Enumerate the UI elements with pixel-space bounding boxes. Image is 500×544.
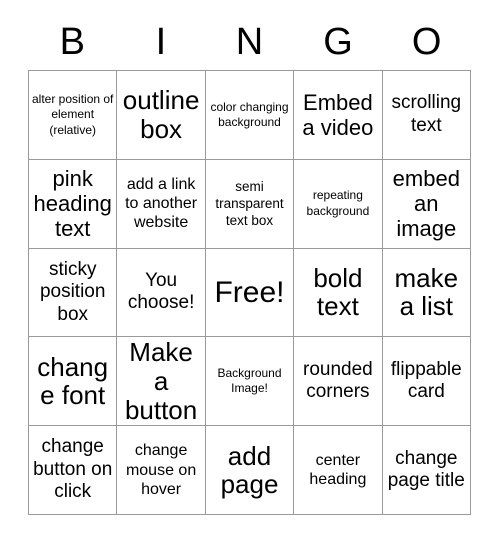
bingo-cell-label: repeating background — [306, 188, 370, 218]
bingo-cell-label: Make a button — [124, 337, 198, 425]
bingo-cell[interactable]: embed an image — [382, 159, 471, 249]
bingo-cell-label: sticky position box — [39, 258, 106, 325]
bingo-cell-label: center heading — [309, 451, 367, 489]
bingo-cell-label: alter position of element (relative) — [32, 91, 114, 137]
bingo-cell[interactable]: center heading — [294, 426, 383, 515]
bingo-cell-label: change button on click — [33, 436, 113, 503]
bingo-cell-label: add page — [220, 440, 279, 500]
bingo-cell[interactable]: Background Image! — [205, 337, 295, 427]
bingo-cell-label: change font — [37, 351, 109, 411]
header-letter-g: G — [323, 21, 353, 63]
bingo-cell[interactable]: change page title — [382, 426, 471, 515]
header-letter-n: N — [235, 21, 264, 63]
bingo-cell-label: Free! — [214, 275, 285, 309]
bingo-cell[interactable]: You choose! — [117, 248, 206, 338]
bingo-cell-label: make a list — [394, 262, 459, 322]
bingo-card: B I N G O alter position of element (rel… — [0, 0, 500, 544]
bingo-cell[interactable]: Make a button — [117, 337, 206, 427]
bingo-cell[interactable]: semi transparent text box — [205, 159, 295, 249]
bingo-cell[interactable]: alter position of element (relative) — [29, 71, 118, 160]
bingo-grid: alter position of element (relative) out… — [28, 70, 471, 515]
bingo-cell-label: rounded corners — [303, 358, 373, 403]
bingo-cell[interactable]: outline box — [117, 71, 206, 160]
bingo-cell[interactable]: bold text — [294, 248, 383, 338]
bingo-cell-free[interactable]: Free! — [205, 248, 295, 338]
bingo-cell[interactable]: color changing background — [205, 71, 295, 160]
bingo-cell[interactable]: pink heading text — [29, 159, 118, 249]
bingo-cell-label: outline box — [122, 85, 200, 144]
bingo-cell-label: add a link to another website — [125, 175, 198, 232]
bingo-cell[interactable]: add a link to another website — [117, 159, 206, 249]
bingo-cell[interactable]: change button on click — [29, 426, 118, 515]
header-letter-i: I — [155, 21, 167, 63]
bingo-cell[interactable]: change font — [29, 337, 118, 427]
bingo-cell[interactable]: Embed a video — [294, 71, 383, 160]
bingo-cell[interactable]: sticky position box — [29, 248, 118, 338]
bingo-cell-label: flippable card — [390, 358, 462, 403]
bingo-cell-label: pink heading text — [33, 165, 112, 242]
header-letter-o: O — [411, 21, 442, 63]
bingo-cell-label: embed an image — [392, 165, 460, 242]
bingo-cell-label: change mouse on hover — [125, 442, 197, 498]
bingo-cell-label: Embed a video — [302, 89, 374, 140]
bingo-cell-label: color changing background — [210, 99, 289, 129]
bingo-cell-label: scrolling text — [391, 92, 462, 136]
header-letter-b: B — [59, 21, 85, 63]
bingo-cell[interactable]: rounded corners — [294, 337, 383, 427]
bingo-cell-label: You choose! — [127, 270, 195, 314]
bingo-cell[interactable]: scrolling text — [382, 71, 471, 160]
bingo-header: B I N G O — [28, 14, 471, 70]
bingo-cell-label: Background Image! — [217, 365, 282, 396]
bingo-cell[interactable]: change mouse on hover — [117, 426, 206, 515]
bingo-cell-label: change page title — [387, 447, 465, 492]
bingo-cell-label: semi transparent text box — [215, 179, 284, 229]
bingo-cell[interactable]: make a list — [382, 248, 471, 338]
bingo-cell[interactable]: repeating background — [294, 159, 383, 249]
bingo-cell-label: bold text — [313, 262, 363, 322]
bingo-cell[interactable]: flippable card — [382, 337, 471, 427]
bingo-cell[interactable]: add page — [205, 426, 295, 515]
